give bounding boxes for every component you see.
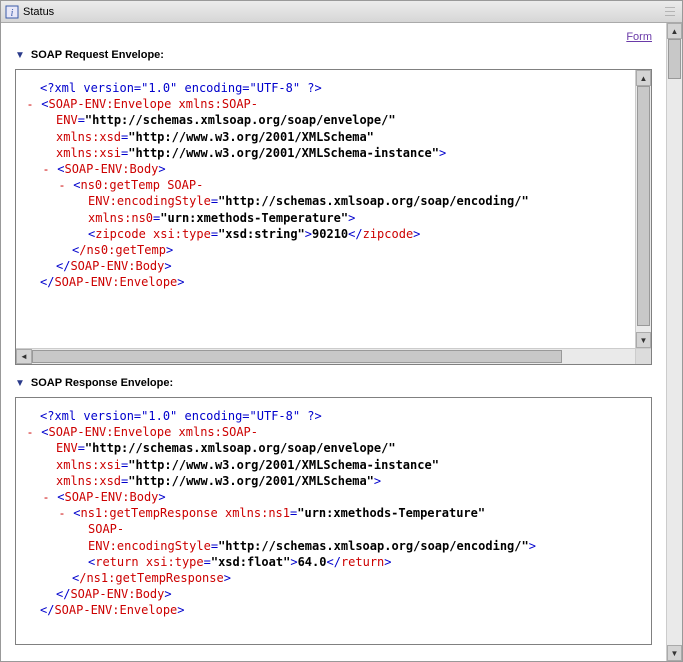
collapse-marker[interactable]: - [28,97,32,111]
section-header-response[interactable]: ▼ SOAP Response Envelope: [15,377,652,389]
window-title: Status [23,6,54,18]
xml-content-request: <?xml version="1.0" encoding="UTF-8" ?> … [16,70,635,348]
scroll-corner [635,348,651,364]
content-wrap: Form ▼ SOAP Request Envelope: <?xml vers… [1,23,682,661]
form-link-row: Form [15,31,652,43]
twistie-down-icon[interactable]: ▼ [15,50,25,61]
panel-menu-icon[interactable] [662,4,678,20]
collapse-marker[interactable]: - [44,490,48,504]
collapse-marker[interactable]: - [28,425,32,439]
section-header-request[interactable]: ▼ SOAP Request Envelope: [15,49,652,61]
main-vscroll[interactable]: ▲ ▼ [666,23,682,661]
section-title-response: SOAP Response Envelope: [31,377,173,389]
twistie-down-icon[interactable]: ▼ [15,378,25,389]
section-title-request: SOAP Request Envelope: [31,49,164,61]
scroll-down-icon[interactable]: ▼ [667,645,682,661]
xml-panel-request: <?xml version="1.0" encoding="UTF-8" ?> … [15,69,652,365]
collapse-marker[interactable]: - [44,162,48,176]
scroll-thumb[interactable] [668,39,681,79]
panel-hscroll[interactable]: ◄► [16,348,651,364]
content: Form ▼ SOAP Request Envelope: <?xml vers… [1,23,666,661]
svg-text:i: i [11,8,14,19]
collapse-marker[interactable]: - [60,178,64,192]
xml-content-response: <?xml version="1.0" encoding="UTF-8" ?> … [16,398,635,628]
scroll-up-icon[interactable]: ▲ [667,23,682,39]
panel-vscroll[interactable]: ▲▼ [635,70,651,348]
info-icon: i [5,5,19,19]
xml-panel-response: <?xml version="1.0" encoding="UTF-8" ?> … [15,397,652,645]
titlebar: i Status [1,1,682,23]
form-link[interactable]: Form [626,31,652,43]
collapse-marker[interactable]: - [60,506,64,520]
